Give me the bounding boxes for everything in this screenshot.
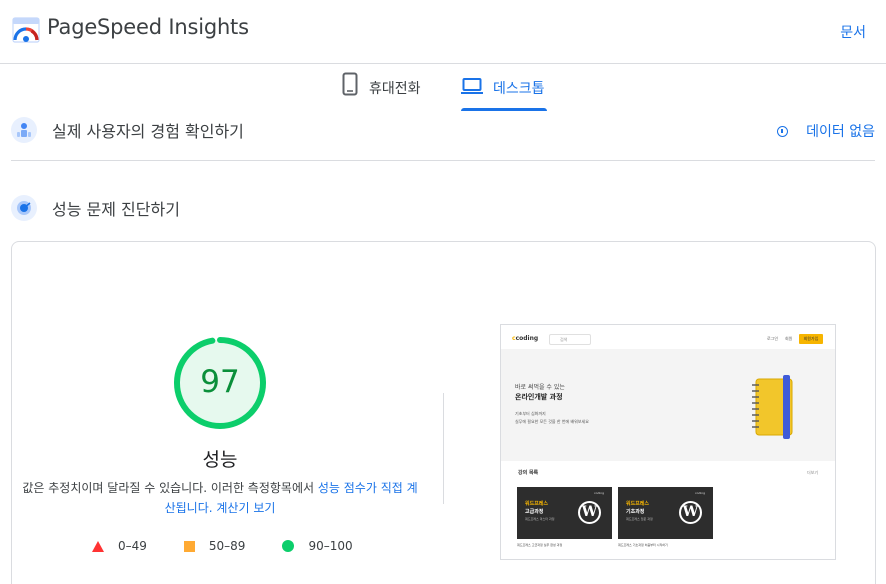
card-brand: coding — [594, 491, 605, 495]
info-icon — [777, 125, 789, 137]
app-title: PageSpeed Insights — [47, 15, 249, 39]
circle-icon — [282, 540, 295, 552]
screenshot-hero-line3: 기초부터 심화까지 — [515, 411, 546, 416]
screenshot-logo: ccoding — [512, 335, 539, 342]
tab-mobile-label: 휴대전화 — [369, 81, 421, 97]
screenshot-join: 회원 — [785, 336, 793, 341]
screenshot-card-caption: 워드프레스 고급과정 실무 완성 과정 — [517, 543, 563, 547]
legend-item-fail: 0–49 — [92, 539, 147, 553]
screenshot-card-caption: 워드프레스 기초과정 처음부터 시작하기 — [618, 543, 668, 547]
no-data-link[interactable]: 데이터 없음 — [777, 121, 875, 141]
mobile-phone-icon — [342, 72, 358, 96]
score-legend: 0–49 50–89 90–100 — [92, 536, 390, 556]
card-subtitle: 워드프레스 마스터 과정 — [525, 517, 555, 521]
laptop-icon — [461, 78, 483, 94]
calculator-link[interactable]: 계산기 보기 — [216, 501, 275, 515]
field-data-title: 실제 사용자의 경험 확인하기 — [52, 122, 244, 141]
triangle-icon — [92, 540, 104, 552]
card-title-top: 워드프레스 — [626, 501, 650, 507]
wordpress-logo-icon: W — [679, 501, 702, 524]
notebook-illustration-icon — [752, 375, 793, 439]
legend-item-pass: 90–100 — [282, 539, 353, 553]
screenshot-login: 로그인 — [767, 336, 779, 341]
vertical-divider — [443, 393, 444, 504]
card-subtitle: 워드프레스 입문 과정 — [626, 517, 653, 521]
legend-fail-range: 0–49 — [118, 539, 147, 553]
card-brand: coding — [695, 491, 706, 495]
card-title-bottom: 고급과정 — [525, 509, 544, 515]
field-data-section: 실제 사용자의 경험 확인하기 데이터 없음 — [11, 115, 875, 145]
tab-desktop-label: 데스크톱 — [493, 81, 545, 97]
screenshot-search: 검색 — [549, 334, 591, 345]
page-screenshot: ccoding 검색 로그인 회원 회원가입 바로 써먹을 수 있는 온라인개발… — [500, 324, 836, 560]
screenshot-hero-line1: 바로 써먹을 수 있는 — [515, 384, 565, 391]
screenshot-course-card: coding 워드프레스 고급과정 워드프레스 마스터 과정 W — [517, 487, 612, 539]
score-description-text: 값은 추정치이며 달라질 수 있습니다. 이러한 측정항목에서 — [22, 481, 318, 495]
score-description: 값은 추정치이며 달라질 수 있습니다. 이러한 측정항목에서 성능 점수가 직… — [20, 478, 420, 518]
screenshot-course-card: coding 워드프레스 기초과정 워드프레스 입문 과정 W — [618, 487, 713, 539]
square-icon — [183, 540, 195, 552]
app-header: PageSpeed Insights 문서 — [0, 0, 886, 64]
tab-mobile[interactable]: 휴대전화 — [341, 72, 421, 112]
pagespeed-logo-icon — [12, 17, 40, 43]
card-title-top: 워드프레스 — [525, 501, 549, 507]
section-divider — [11, 160, 875, 161]
screenshot-hero-line4: 실무에 필요한 모든 것을 한 번에 배워보세요 — [515, 419, 589, 424]
screenshot-hero-line2: 온라인개발 과정 — [515, 393, 563, 401]
screenshot-signup-button: 회원가입 — [799, 334, 823, 344]
card-title-bottom: 기초과정 — [626, 509, 645, 515]
tab-desktop[interactable]: 데스크톱 — [461, 72, 545, 112]
legend-pass-range: 90–100 — [308, 539, 353, 553]
legend-average-range: 50–89 — [208, 539, 246, 553]
lighthouse-icon — [11, 195, 37, 221]
screenshot-section-title: 강의 목록 — [518, 470, 539, 476]
performance-label: 성능 — [202, 449, 238, 471]
screenshot-hero: 바로 써먹을 수 있는 온라인개발 과정 기초부터 심화까지 실무에 필요한 모… — [501, 349, 835, 461]
wordpress-logo-icon: W — [578, 501, 601, 524]
screenshot-more: 더보기 — [807, 470, 819, 475]
active-tab-indicator — [461, 108, 547, 111]
lab-data-section: 성능 문제 진단하기 — [11, 193, 875, 223]
no-data-label: 데이터 없음 — [806, 124, 875, 140]
performance-score-value: 97 — [200, 364, 240, 400]
docs-link[interactable]: 문서 — [840, 22, 866, 42]
users-icon — [11, 117, 37, 143]
lab-data-title: 성능 문제 진단하기 — [52, 200, 180, 219]
legend-item-average: 50–89 — [183, 539, 246, 553]
